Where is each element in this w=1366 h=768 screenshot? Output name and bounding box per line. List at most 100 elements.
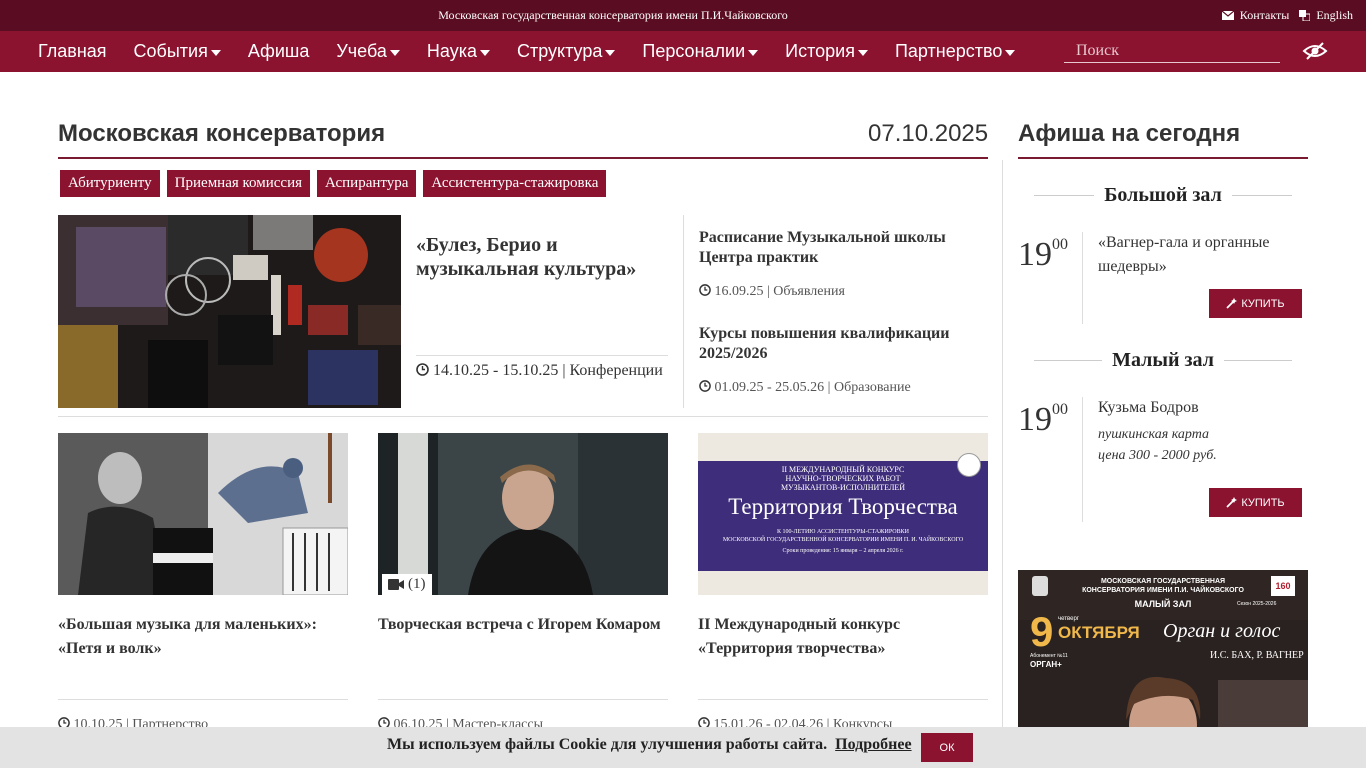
nav-item-label: Партнерство [894,41,1003,61]
poster-weekday: четверг [1058,616,1079,622]
banner-dates: Сроки проведения: 15 января – 2 апреля 2… [782,548,904,554]
magic-wand-icon [1226,497,1238,508]
column-separator [1002,160,1003,768]
top-bar: Московская государственная консерватория… [0,0,1366,31]
envelope-icon [1221,11,1234,20]
card-title[interactable]: «Большая музыка для маленьких»: «Петя и … [58,613,348,679]
nav-item[interactable]: Персоналии [642,41,759,62]
banner-title: Территория Творчества [728,494,958,519]
nav-item-label: Персоналии [642,41,746,61]
sidebar-title: Афиша на сегодня [1018,120,1241,147]
event-title[interactable]: Кузьма Бодров [1098,396,1303,420]
nav-item-label: Афиша [247,41,310,61]
nav-item[interactable]: Афиша [248,41,310,62]
cookie-more-link[interactable]: Подробнее [835,736,911,753]
nav-item[interactable]: События [134,41,221,62]
event-block: Кузьма Бодров пушкинская карта цена 300 … [1098,396,1303,466]
event-hour: 19 [1018,401,1052,438]
caret-down-icon [857,49,868,56]
poster-season: Сезон 2025-2026 [1237,601,1277,607]
sidebar-divider [1018,157,1308,159]
clock-icon [416,363,429,376]
quick-link-tag[interactable]: Ассистентура-стажировка [423,170,607,197]
poster-month: ОКТЯБРЯ [1058,623,1140,642]
event-title[interactable]: «Вагнер-гала и органные шедевры» [1098,231,1303,279]
buy-ticket-button[interactable]: КУПИТЬ [1209,488,1302,517]
quick-links: Абитуриенту Приемная комиссия Аспирантура А… [60,170,607,197]
news-title[interactable]: Курсы повышения квалификации 2025/2026 [699,324,984,364]
quick-link-tag[interactable]: Приемная комиссия [166,170,311,197]
cookie-ok-button[interactable]: ОК [921,733,973,762]
card-image[interactable]: II МЕЖДУНАРОДНЫЙ КОНКУРС НАУЧНО-ТВОРЧЕСК… [698,433,988,595]
buy-ticket-button[interactable]: КУПИТЬ [1209,289,1302,318]
featured-image[interactable] [58,215,401,408]
featured-meta: 14.10.25 - 15.10.25 | Конференции [416,362,663,380]
video-count: (1) [408,576,426,592]
event-card[interactable]: II МЕЖДУНАРОДНЫЙ КОНКУРС НАУЧНО-ТВОРЧЕСК… [698,433,988,732]
news-meta-text: 01.09.25 - 25.05.26 | Образование [714,380,911,395]
event-minutes: 00 [1052,400,1068,418]
caret-down-icon [748,49,759,56]
current-date: 07.10.2025 [868,120,989,147]
magic-wand-icon [1226,298,1238,309]
cookie-message: Мы используем файлы Cookie для улучшения… [387,736,828,753]
video-badge: (1) [382,574,432,595]
nav-item-label: Главная [38,41,107,61]
news-meta: 16.09.25 | Объявления [699,284,984,300]
quick-link-tag[interactable]: Аспирантура [317,170,417,197]
banner-sub2: МОСКОВСКОЙ ГОСУДАРСТВЕННОЙ КОНСЕРВАТОРИИ… [722,537,964,543]
nav-item[interactable]: Партнерство [894,41,1016,62]
card-title[interactable]: Творческая встреча с Игорем Комаром [378,613,668,679]
low-vision-icon[interactable] [1302,40,1328,62]
nav-item-label: История [785,41,855,61]
event-card[interactable]: (1) Творческая встреча с Игорем Комаром … [378,433,668,732]
poster-day: 9 [1030,608,1054,655]
event-card[interactable]: «Большая музыка для маленьких»: «Петя и … [58,433,348,732]
hall-heading: Большой зал [1034,184,1293,207]
card-divider [698,699,988,700]
clock-icon [699,380,711,392]
nav-item[interactable]: Учеба [336,41,400,62]
nav-item[interactable]: Структура [517,41,616,62]
card-divider [58,699,348,700]
featured-divider [416,355,668,356]
banner-line3: МУЗЫКАНТОВ-ИСПОЛНИТЕЛЕЙ [780,483,906,492]
language-label: English [1316,8,1353,22]
hall-name: Малый зал [1112,349,1214,371]
price-note: цена 300 - 2000 руб. [1098,448,1217,463]
card-title[interactable]: II Международный конкурс «Территория тво… [698,613,988,679]
nav-item[interactable]: Наука [427,41,490,62]
card-divider [378,699,668,700]
news-item[interactable]: Курсы повышения квалификации 2025/2026 0… [699,324,984,396]
news-title[interactable]: Расписание Музыкальной школы Центра прак… [699,228,984,268]
card-image[interactable] [58,433,348,595]
card-image[interactable]: (1) [378,433,668,595]
featured-title[interactable]: «Булез, Берио и музыкальная культура» [416,233,668,281]
translate-icon [1299,10,1311,21]
nav-item[interactable]: Главная [38,41,107,62]
banner-sub1: К 100-ЛЕТИЮ АССИСТЕНТУРЫ-СТАЖИРОВКИ [777,529,909,535]
main-nav: Главная События Афиша Учеба Наука Структура Пе… [0,31,1366,72]
poster-org1: МОСКОВСКАЯ ГОСУДАРСТВЕННАЯ [1100,578,1226,585]
event-divider [1082,397,1083,522]
poster-subscription: Абонемент №11 [1030,653,1068,659]
hall-heading: Малый зал [1034,349,1293,372]
search-input[interactable] [1064,39,1280,63]
page-title: Московская консерватория [58,120,386,147]
clock-icon [699,284,711,296]
language-link[interactable]: English [1299,8,1353,23]
news-item[interactable]: Расписание Музыкальной школы Центра прак… [699,228,984,300]
news-meta-text: 16.09.25 | Объявления [714,284,845,299]
buy-label: КУПИТЬ [1241,297,1285,310]
news-meta: 01.09.25 - 25.05.26 | Образование [699,380,984,396]
caret-down-icon [605,49,616,56]
event-time: 1900 [1018,401,1068,439]
contacts-link[interactable]: Контакты [1221,8,1289,23]
event-hour: 19 [1018,236,1052,273]
nav-item-label: Наука [426,41,477,61]
nav-item[interactable]: История [785,41,868,62]
poster-org2: КОНСЕРВАТОРИЯ ИМЕНИ П.И. ЧАЙКОВСКОГО [1082,587,1244,594]
featured-meta-text: 14.10.25 - 15.10.25 | Конференции [433,362,663,379]
banner-line1: II МЕЖДУНАРОДНЫЙ КОНКУРС [781,465,905,474]
quick-link-tag[interactable]: Абитуриенту [60,170,160,197]
